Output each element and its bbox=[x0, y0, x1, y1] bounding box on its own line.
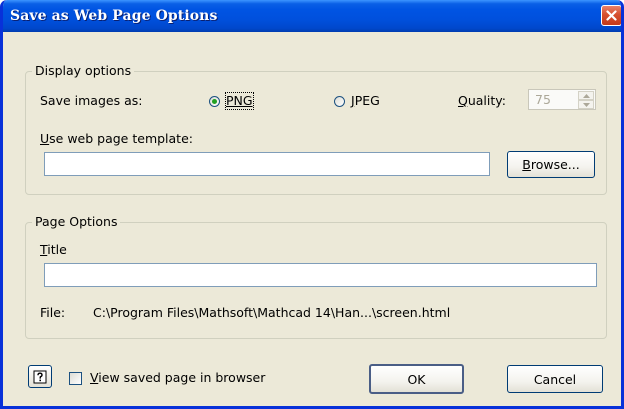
png-radio-label[interactable]: PNG bbox=[225, 92, 254, 110]
view-in-browser-label[interactable]: View saved page in browser bbox=[90, 370, 265, 386]
quality-value: 75 bbox=[535, 92, 551, 107]
ok-label: OK bbox=[407, 371, 426, 387]
browse-button[interactable]: Browse... bbox=[507, 151, 595, 178]
template-rest: se web page template: bbox=[49, 131, 193, 146]
quality-up-button[interactable] bbox=[578, 91, 594, 100]
file-path: C:\Program Files\Mathsoft\Mathcad 14\Han… bbox=[93, 305, 451, 320]
window-title: Save as Web Page Options bbox=[10, 8, 218, 24]
template-mnemonic: U bbox=[40, 131, 50, 146]
display-options-legend: Display options bbox=[32, 63, 135, 79]
title-input[interactable] bbox=[44, 263, 597, 287]
display-options-group: Display options Save images as: PNG JPEG… bbox=[25, 63, 607, 195]
question-mark-icon bbox=[33, 370, 47, 383]
view-in-browser-checkbox[interactable] bbox=[69, 372, 82, 385]
help-button[interactable] bbox=[28, 365, 52, 388]
title-label: Title bbox=[40, 242, 67, 258]
save-images-label: Save images as: bbox=[40, 93, 143, 108]
quality-mnemonic: Q bbox=[458, 93, 468, 108]
title-rest: itle bbox=[47, 242, 67, 257]
dialog-window: Save as Web Page Options Display options… bbox=[0, 0, 624, 409]
jpeg-rest: PEG bbox=[354, 93, 380, 108]
quality-spinner[interactable]: 75 bbox=[528, 89, 596, 110]
cancel-button[interactable]: Cancel bbox=[507, 365, 603, 393]
file-label: File: bbox=[40, 305, 66, 320]
jpeg-radio[interactable] bbox=[334, 96, 345, 107]
radio-selected-dot bbox=[212, 99, 217, 104]
browse-rest: rowse... bbox=[530, 157, 580, 172]
close-button[interactable] bbox=[601, 5, 621, 26]
ok-button[interactable]: OK bbox=[369, 364, 464, 394]
title-bar[interactable]: Save as Web Page Options bbox=[3, 0, 621, 32]
jpeg-radio-label[interactable]: JPEG bbox=[351, 93, 380, 109]
page-options-legend: Page Options bbox=[32, 214, 121, 230]
cancel-label: Cancel bbox=[533, 371, 577, 387]
browse-label: Browse... bbox=[522, 157, 579, 172]
template-label: Use web page template: bbox=[40, 131, 193, 147]
png-radio[interactable] bbox=[209, 96, 220, 107]
arrow-down-icon bbox=[582, 102, 590, 107]
quality-down-button[interactable] bbox=[578, 100, 594, 109]
template-input[interactable] bbox=[44, 152, 490, 176]
quality-rest: uality: bbox=[467, 93, 506, 108]
page-options-group: Page Options Title File: C:\Program File… bbox=[25, 214, 607, 339]
arrow-up-icon bbox=[582, 93, 590, 98]
close-icon bbox=[606, 10, 617, 21]
browse-mnemonic: B bbox=[522, 157, 531, 172]
quality-label: Quality: bbox=[458, 93, 506, 109]
view-rest: iew saved page in browser bbox=[98, 370, 266, 385]
